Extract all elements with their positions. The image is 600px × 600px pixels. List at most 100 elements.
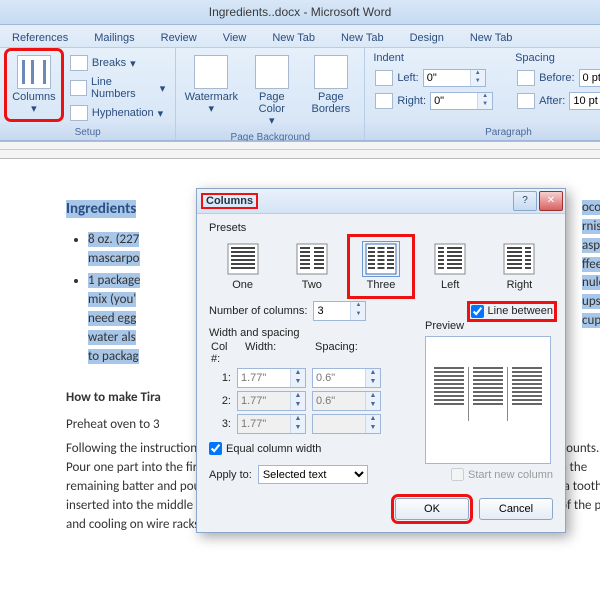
indent-right-label: Right: xyxy=(397,95,426,107)
hyphenation-label: Hyphenation xyxy=(92,107,154,119)
hyphenation-button[interactable]: Hyphenation ▾ xyxy=(68,104,167,122)
rt4: nule xyxy=(582,275,600,290)
line-numbers-button[interactable]: Line Numbers ▾ xyxy=(68,75,167,101)
row1-width[interactable]: ▲▼ xyxy=(237,368,306,388)
row1-num: 1: xyxy=(209,372,231,384)
indent-right-spin[interactable]: ▲▼ xyxy=(430,92,493,110)
ok-button[interactable]: OK xyxy=(395,498,469,520)
tab-design[interactable]: Design xyxy=(404,29,450,47)
row2-num: 2: xyxy=(209,395,231,407)
group-paragraph-label: Paragraph xyxy=(373,125,600,138)
spacing-before-label: Before: xyxy=(539,72,574,84)
equal-width-label: Equal column width xyxy=(226,443,321,455)
col-hdr: Col #: xyxy=(211,341,237,365)
preset-one[interactable]: One xyxy=(213,238,272,295)
columns-label: Columns xyxy=(12,91,55,103)
window-title: Ingredients..docx - Microsoft Word xyxy=(209,5,392,19)
columns-dialog: Columns ? ✕ Presets One Two Three Left R… xyxy=(196,188,566,533)
width-hdr: Width: xyxy=(245,341,307,365)
indent-left-spin[interactable]: ▲▼ xyxy=(423,69,486,87)
spacing-after-icon xyxy=(517,93,535,109)
applyto-select[interactable]: Selected text xyxy=(258,465,368,484)
cancel-button[interactable]: Cancel xyxy=(479,498,553,520)
spacing-hdr: Spacing: xyxy=(315,341,377,365)
rt2: asp xyxy=(582,238,600,253)
dialog-titlebar[interactable]: Columns ? ✕ xyxy=(197,189,565,214)
row3-num: 3: xyxy=(209,418,231,430)
spacing-before-icon xyxy=(517,70,535,86)
columns-button[interactable]: Columns▾ xyxy=(8,52,60,118)
watermark-button[interactable]: Watermark▾ xyxy=(184,52,238,118)
preset-right-label: Right xyxy=(507,279,533,291)
horizontal-ruler[interactable] xyxy=(0,141,600,159)
page-color-icon xyxy=(255,55,289,89)
indent-left-row: Left: ▲▼ xyxy=(373,68,495,88)
start-new-label: Start new column xyxy=(468,469,553,481)
spacing-before-input[interactable] xyxy=(580,70,600,86)
page-color-button[interactable]: Page Color▾ xyxy=(246,52,297,130)
indent-right-input[interactable] xyxy=(431,93,477,109)
tab-newtab-1[interactable]: New Tab xyxy=(266,29,321,47)
row1-spacing[interactable]: ▲▼ xyxy=(312,368,381,388)
columns-icon xyxy=(17,55,51,89)
li2d: water als xyxy=(88,330,136,345)
li2b: mix (you' xyxy=(88,292,136,307)
indent-right-row: Right: ▲▼ xyxy=(373,91,495,111)
page-borders-button[interactable]: Page Borders xyxy=(305,52,356,118)
preset-left[interactable]: Left xyxy=(421,238,480,295)
rt6: cup xyxy=(582,313,600,328)
page-borders-icon xyxy=(314,55,348,89)
indent-left-input[interactable] xyxy=(424,70,470,86)
li1b: mascarpo xyxy=(88,251,140,266)
indent-left-icon xyxy=(375,70,393,86)
spacing-before-row: Before: ▲▼ xyxy=(515,68,600,88)
tab-view[interactable]: View xyxy=(217,29,253,47)
line-between-checkbox[interactable]: Line between xyxy=(471,305,553,318)
indent-right-icon xyxy=(375,93,393,109)
preset-one-label: One xyxy=(232,279,253,291)
numcols-spin[interactable]: ▲▼ xyxy=(313,301,366,321)
preset-three[interactable]: Three xyxy=(351,238,410,295)
rt1: rnish xyxy=(582,219,600,234)
breaks-button[interactable]: Breaks ▾ xyxy=(68,54,167,72)
page-color-label: Page Color xyxy=(259,91,285,115)
breaks-icon xyxy=(70,55,88,71)
presets-label: Presets xyxy=(209,222,553,234)
equal-width-checkbox[interactable]: Equal column width xyxy=(209,442,419,455)
dialog-title: Columns xyxy=(203,195,256,207)
tab-mailings[interactable]: Mailings xyxy=(88,29,140,47)
preview-pane xyxy=(425,336,551,464)
tab-newtab-2[interactable]: New Tab xyxy=(335,29,390,47)
doc-heading: Ingredients xyxy=(66,200,136,218)
spacing-before-spin[interactable]: ▲▼ xyxy=(579,69,600,87)
watermark-icon xyxy=(194,55,228,89)
row2-spacing: ▲▼ xyxy=(312,391,381,411)
spacing-after-label: After: xyxy=(539,95,565,107)
start-new-checkbox: Start new column xyxy=(451,468,553,481)
applyto-label: Apply to: xyxy=(209,469,252,481)
page-borders-label: Page Borders xyxy=(308,91,353,115)
rt0: ocola xyxy=(582,200,600,215)
numcols-input[interactable] xyxy=(314,302,350,320)
dialog-help-button[interactable]: ? xyxy=(513,191,537,211)
dialog-close-button[interactable]: ✕ xyxy=(539,191,563,211)
breaks-label: Breaks xyxy=(92,57,126,69)
indent-label: Indent xyxy=(373,52,495,64)
row2-width: ▲▼ xyxy=(237,391,306,411)
spacing-after-input[interactable] xyxy=(570,93,600,109)
line-between-input[interactable] xyxy=(471,305,484,318)
equal-width-input[interactable] xyxy=(209,442,222,455)
row3-spacing: ▲▼ xyxy=(312,414,381,434)
width-spacing-label: Width and spacing xyxy=(209,327,419,339)
tab-references[interactable]: References xyxy=(6,29,74,47)
spacing-after-spin[interactable]: ▲▼ xyxy=(569,92,600,110)
li1a: 8 oz. (227 xyxy=(88,232,139,247)
rt3: ffee xyxy=(582,257,600,272)
tab-review[interactable]: Review xyxy=(155,29,203,47)
ribbon-tabs: References Mailings Review View New Tab … xyxy=(0,25,600,48)
tab-newtab-3[interactable]: New Tab xyxy=(464,29,519,47)
li2e: to packag xyxy=(88,349,139,364)
start-new-input xyxy=(451,468,464,481)
preset-right[interactable]: Right xyxy=(490,238,549,295)
preset-two[interactable]: Two xyxy=(282,238,341,295)
